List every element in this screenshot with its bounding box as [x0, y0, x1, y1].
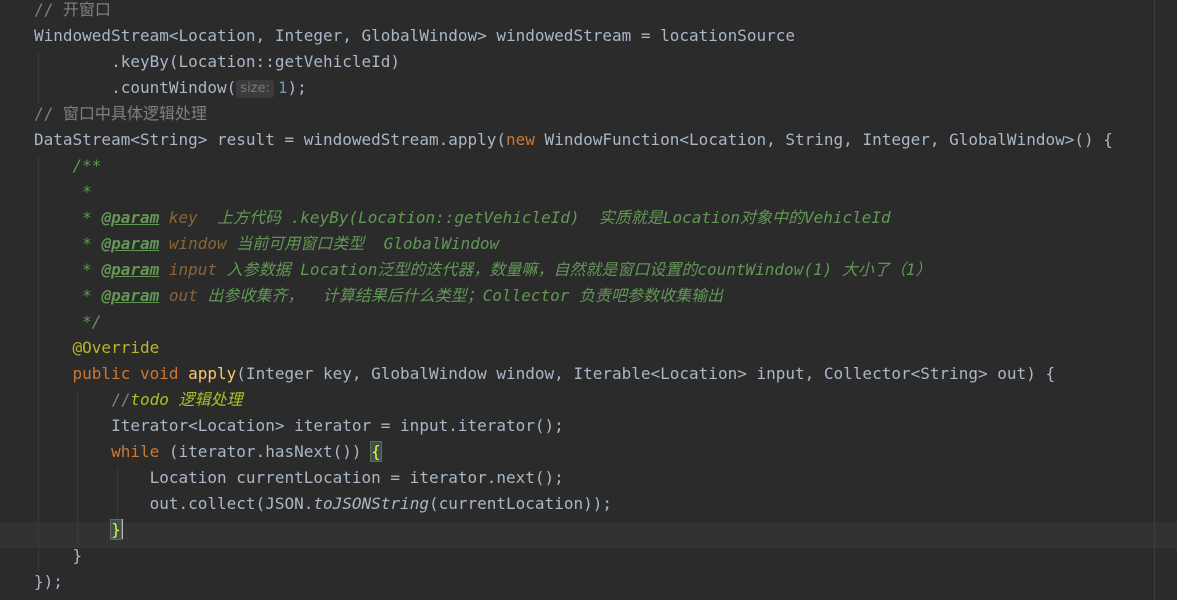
code-token: 当前可用窗口类型 GlobalWindow	[226, 234, 500, 253]
code-line[interactable]: // 开窗口	[34, 0, 111, 23]
code-token: toJSONString	[313, 494, 429, 513]
code-token: // 开窗口	[34, 0, 111, 19]
code-token: .keyBy(Location::getVehicleId)	[34, 52, 401, 71]
code-line[interactable]: out.collect(JSON.toJSONString(currentLoc…	[34, 491, 612, 517]
code-token: key	[159, 208, 198, 227]
code-token: @param	[101, 208, 160, 227]
code-token: while	[34, 442, 160, 461]
code-token: // 窗口中具体逻辑处理	[34, 104, 207, 123]
code-line[interactable]: WindowedStream<Location, Integer, Global…	[34, 23, 795, 49]
code-token: input	[159, 260, 218, 279]
code-line[interactable]: while (iterator.hasNext()) {	[34, 439, 382, 465]
code-line[interactable]: .keyBy(Location::getVehicleId)	[34, 49, 400, 75]
code-token: 上方代码 .keyBy(Location::getVehicleId) 实质就是…	[197, 208, 891, 227]
code-token: out.collect(JSON.	[34, 494, 314, 513]
code-line[interactable]: * @param key 上方代码 .keyBy(Location::getVe…	[34, 205, 891, 231]
code-line[interactable]: DataStream<String> result = windowedStre…	[34, 127, 1113, 153]
code-token: }	[34, 546, 83, 565]
parameter-hint: size:	[236, 80, 274, 98]
text-caret	[120, 519, 123, 539]
code-token: WindowFunction<Location, String, Integer…	[534, 130, 1113, 149]
code-token: new	[506, 130, 535, 149]
code-token: */	[34, 312, 102, 331]
code-token: window	[159, 234, 227, 253]
code-token: Location currentLocation = iterator.next…	[34, 468, 564, 487]
code-token: @param	[101, 260, 160, 279]
code-token: *	[34, 260, 102, 279]
code-line[interactable]: });	[34, 569, 63, 595]
code-token: @param	[101, 286, 160, 305]
code-token: *	[34, 182, 92, 201]
code-line[interactable]: //todo 逻辑处理	[34, 387, 243, 413]
code-token: 出参收集齐， 计算结果后什么类型；Collector 负责吧参数收集输出	[197, 286, 723, 305]
code-token: DataStream<String> result = windowedStre…	[34, 130, 507, 149]
code-token: /**	[34, 156, 102, 175]
code-line[interactable]: * @param out 出参收集齐， 计算结果后什么类型；Collector …	[34, 283, 723, 309]
code-token: out	[159, 286, 198, 305]
code-editor[interactable]: // 开窗口 WindowedStream<Location, Integer, …	[0, 0, 1177, 600]
code-token: //	[34, 390, 131, 409]
code-token: (iterator.hasNext())	[159, 442, 372, 461]
code-line[interactable]: /**	[34, 153, 102, 179]
code-token: );	[287, 78, 307, 97]
code-line[interactable]: * @param window 当前可用窗口类型 GlobalWindow	[34, 231, 499, 257]
code-line[interactable]: @Override	[34, 335, 160, 361]
code-token: @Override	[34, 338, 160, 357]
code-token: 入参数据 Location泛型的迭代器，数量嘛，自然就是窗口设置的countWi…	[217, 260, 932, 279]
code-token: Iterator<Location> iterator = input.iter…	[34, 416, 564, 435]
code-token: });	[34, 572, 63, 591]
current-line-highlight	[0, 522, 1177, 548]
matched-brace: {	[370, 441, 382, 462]
code-token: todo 逻辑处理	[130, 390, 243, 409]
right-margin-guide	[1154, 0, 1155, 600]
code-token: (Integer key, GlobalWindow window, Itera…	[236, 364, 1056, 383]
code-token: apply	[188, 364, 237, 383]
code-token: *	[34, 208, 102, 227]
code-token: (currentLocation));	[428, 494, 612, 513]
code-token: *	[34, 286, 102, 305]
code-line[interactable]: // 窗口中具体逻辑处理	[34, 101, 207, 127]
code-line[interactable]: }	[34, 543, 83, 569]
code-token: @param	[101, 234, 160, 253]
code-line[interactable]: Location currentLocation = iterator.next…	[34, 465, 564, 491]
code-token: public void	[34, 364, 189, 383]
code-token: 1	[277, 78, 288, 97]
code-token: .countWindow(	[34, 78, 237, 97]
code-line[interactable]: */	[34, 309, 101, 335]
code-line[interactable]: .countWindow(size: 1);	[34, 75, 307, 101]
code-line[interactable]: Iterator<Location> iterator = input.iter…	[34, 413, 564, 439]
code-line[interactable]: public void apply(Integer key, GlobalWin…	[34, 361, 1056, 387]
code-line[interactable]: * @param input 入参数据 Location泛型的迭代器，数量嘛，自…	[34, 257, 932, 283]
code-line[interactable]: *	[34, 179, 92, 205]
code-line[interactable]: }	[34, 517, 123, 543]
code-token: WindowedStream<Location, Integer, Global…	[34, 26, 795, 45]
matched-brace: }	[110, 519, 122, 540]
code-token: *	[34, 234, 102, 253]
